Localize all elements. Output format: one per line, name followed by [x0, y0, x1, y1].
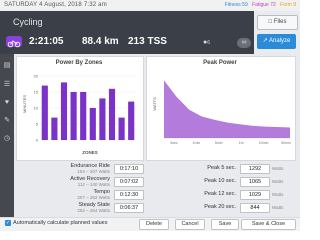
- workout-duration: 2:21:05: [29, 36, 64, 47]
- zones-xlabel: ZONES: [82, 150, 98, 155]
- zones-ytick: 20: [34, 74, 39, 79]
- zone-bar: [80, 92, 87, 140]
- zones-ytick: 0: [36, 138, 39, 143]
- zones-ylabel: MINUTES: [22, 95, 27, 113]
- delete-button[interactable]: Delete: [139, 219, 169, 230]
- analyze-button[interactable]: ↗ Analyze: [257, 34, 296, 49]
- peak-row-label: Peak 10 sec.: [204, 178, 236, 184]
- zone-bar: [41, 85, 48, 140]
- peak-xtick: 50min: [281, 141, 291, 145]
- zone-time-input[interactable]: 0:12:30: [114, 190, 144, 200]
- peak-unit: Watts: [272, 192, 284, 197]
- fitness-metrics: Fitness 59 Fatigue 72 Form 9: [222, 2, 296, 8]
- peak-xtick: 10min: [259, 141, 269, 145]
- zone-row-range: 112 – 140 Watts: [77, 182, 110, 187]
- peak-watts-input[interactable]: 1065: [240, 177, 270, 187]
- peak-unit: Watts: [272, 205, 284, 210]
- zone-bar: [99, 98, 106, 140]
- auto-calc-label: Automatically calculate planned values: [13, 220, 108, 226]
- workout-tss: 213 TSS: [128, 36, 167, 47]
- clock-icon[interactable]: ◷: [3, 135, 11, 143]
- fatigue-value: Fatigue 72: [252, 2, 276, 8]
- peak-unit: Watts: [272, 166, 284, 171]
- link-icon[interactable]: ∞: [237, 38, 251, 48]
- peak-xtick: 5sec: [170, 141, 178, 145]
- heart-icon[interactable]: ♥: [3, 99, 11, 107]
- peak-power-area: [164, 80, 290, 138]
- zone-row-range: 207 – 252 Watts: [77, 195, 110, 200]
- files-button[interactable]: □ Files: [257, 15, 298, 30]
- peak-power-chart: WATTS 5sec 1min 5min 1hr 10min 50min: [152, 80, 291, 145]
- files-label: Files: [273, 19, 287, 25]
- peak-ylabel: WATTS: [152, 97, 157, 111]
- top-status-bar: SATURDAY 4 August, 2018 7:32 am Fitness …: [0, 0, 300, 11]
- zone-time-input[interactable]: 0:07:02: [114, 177, 144, 187]
- zones-ytick: 5: [36, 122, 39, 127]
- zone-bar: [60, 82, 68, 140]
- analyze-label: Analyze: [269, 38, 291, 44]
- pin-icon[interactable]: ●6: [203, 39, 210, 46]
- zones-ytick: 15: [34, 90, 39, 95]
- zone-time-input[interactable]: 0:17:10: [114, 164, 144, 174]
- peak-watts-input[interactable]: 844: [240, 203, 270, 213]
- zone-bar: [70, 92, 77, 140]
- workout-title[interactable]: Cycling: [13, 17, 43, 27]
- peak-xtick: 1min: [193, 141, 201, 145]
- fitness-value: Fitness 59: [224, 2, 248, 8]
- zone-bar: [108, 88, 116, 140]
- peak-row-label: Peak 12 sec.: [204, 191, 236, 197]
- bike-icon: [6, 36, 22, 48]
- document-icon[interactable]: ▤: [3, 62, 11, 70]
- zone-row-range: 252 – 264 Watts: [77, 208, 110, 213]
- cancel-button[interactable]: Cancel: [175, 219, 205, 230]
- workout-distance: 88.4 km: [82, 36, 119, 47]
- zone-bar: [89, 108, 96, 140]
- zone-row-range: 154 – 207 Watts: [77, 169, 110, 174]
- zones-ytick: 10: [34, 106, 39, 111]
- peak-row-label: Peak 5 sec.: [207, 165, 236, 171]
- peak-unit: Watts: [272, 179, 284, 184]
- peak-row-label: Peak 20 sec.: [204, 204, 236, 210]
- zone-bar: [118, 117, 125, 140]
- save-close-button[interactable]: Save & Close: [241, 219, 296, 230]
- peak-watts-input[interactable]: 1029: [240, 190, 270, 200]
- zone-bar: [51, 117, 58, 140]
- list-icon[interactable]: ☰: [3, 81, 11, 89]
- pencil-icon[interactable]: ✎: [3, 117, 11, 125]
- peak-xtick: 5min: [215, 141, 223, 145]
- power-by-zones-chart: MINUTES ZONES 20 15 10 5 0: [22, 74, 136, 155]
- auto-calc-checkbox[interactable]: ✓: [5, 220, 11, 226]
- zone-bar: [128, 101, 135, 140]
- peak-xtick: 1hr: [239, 141, 245, 145]
- date-label: SATURDAY 4 August, 2018 7:32 am: [4, 2, 107, 8]
- zone-time-input[interactable]: 0:06:37: [114, 203, 144, 213]
- sidebar: ▤ ☰ ♥ ✎ ◷: [0, 54, 14, 230]
- form-value: Form 9: [280, 2, 296, 8]
- workout-header: Cycling 2:21:05 88.4 km 213 TSS ●6 ∞: [0, 11, 254, 54]
- save-button[interactable]: Save: [211, 219, 239, 230]
- peak-watts-input[interactable]: 1292: [240, 164, 270, 174]
- pin-count: 6: [207, 40, 211, 46]
